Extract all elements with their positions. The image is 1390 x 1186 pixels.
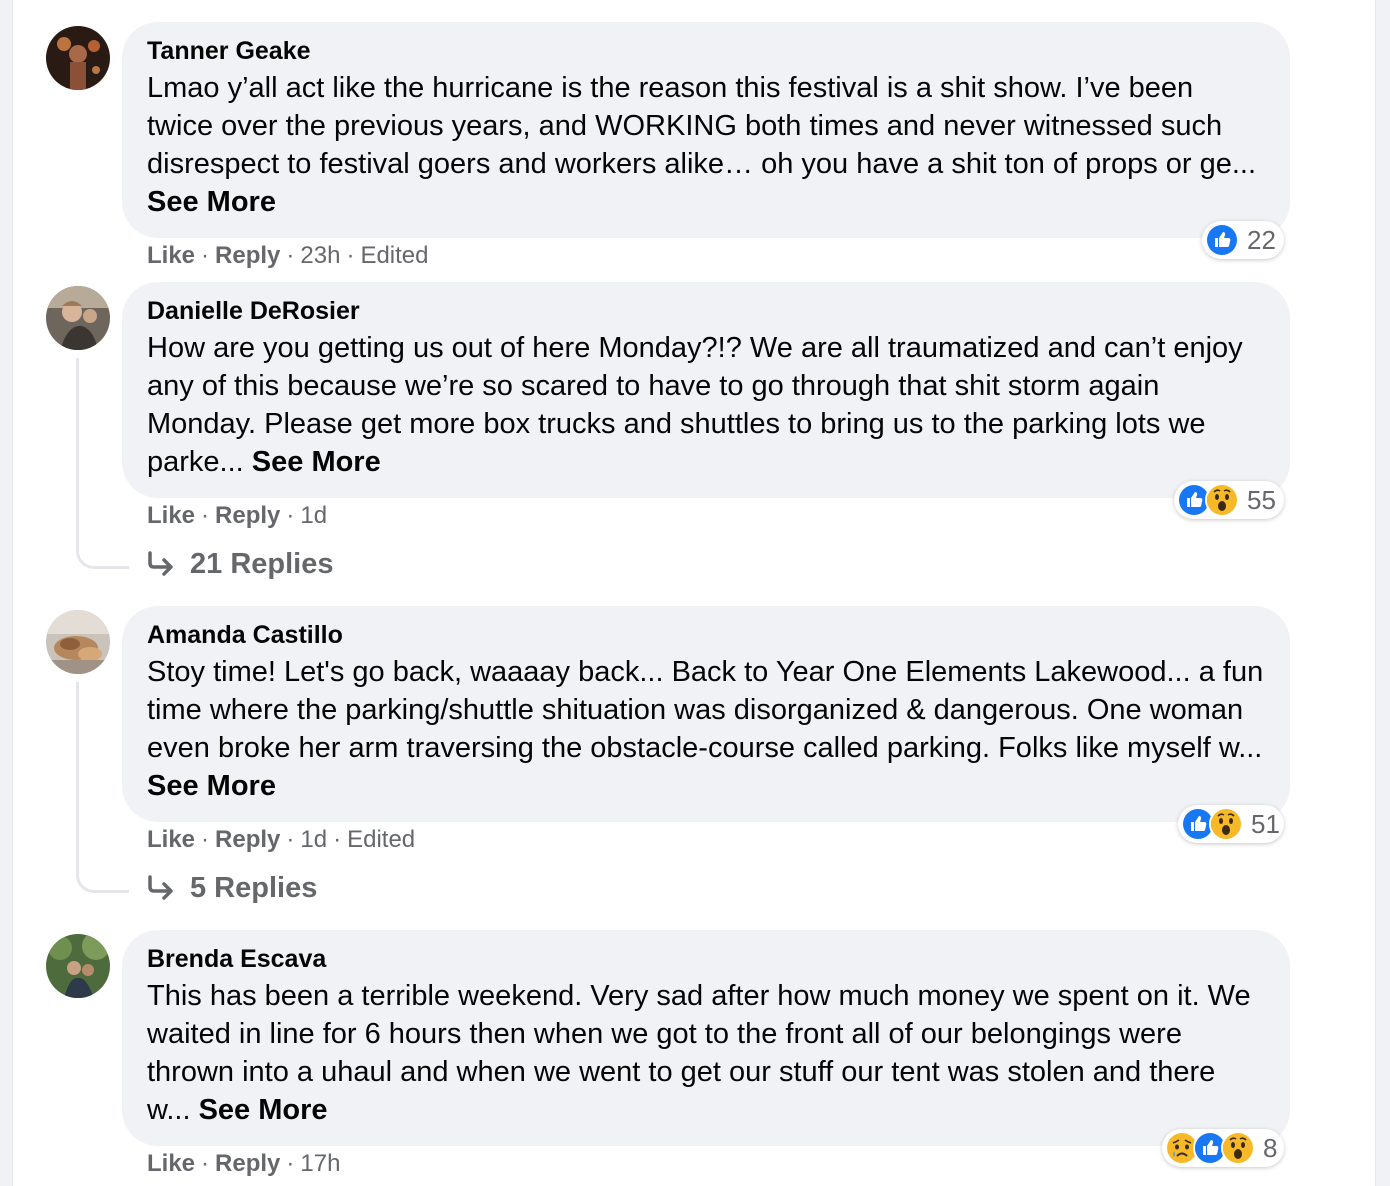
reaction-summary[interactable]: 51: [1178, 805, 1284, 843]
comment-actions: Like · Reply · 23h · Edited: [147, 241, 429, 271]
edited-label[interactable]: Edited: [347, 826, 415, 853]
comment-timestamp[interactable]: 1d: [300, 502, 327, 529]
reaction-summary[interactable]: 8: [1162, 1129, 1284, 1167]
separator: ·: [201, 826, 210, 853]
comment-actions: Like · Reply · 17h: [147, 1149, 340, 1179]
separator: ·: [201, 502, 210, 529]
left-page-edge: [0, 0, 13, 1186]
comment-text: This has been a terrible weekend. Very s…: [147, 977, 1264, 1129]
avatar[interactable]: [46, 286, 110, 350]
comment-bubble: Tanner Geake Lmao y’all act like the hur…: [122, 22, 1290, 238]
edited-label[interactable]: Edited: [360, 242, 428, 269]
like-button[interactable]: Like: [147, 502, 195, 529]
thread-connector: [76, 358, 129, 569]
like-icon: [1205, 223, 1239, 257]
reaction-count: 8: [1263, 1132, 1278, 1163]
comment-bubble: Brenda Escava This has been a terrible w…: [122, 930, 1290, 1146]
comment-text: Stoy time! Let's go back, waaaay back...…: [147, 653, 1264, 805]
reaction-summary[interactable]: 55: [1174, 481, 1284, 519]
avatar[interactable]: [46, 26, 110, 90]
thread-connector: [76, 682, 129, 893]
comment-bubble: Danielle DeRosier How are you getting us…: [122, 282, 1290, 498]
like-button[interactable]: Like: [147, 1150, 195, 1177]
comment-body: Stoy time! Let's go back, waaaay back...…: [147, 656, 1264, 764]
reaction-summary[interactable]: 22: [1202, 221, 1284, 259]
separator: ·: [286, 1150, 295, 1177]
comment-actions: Like · Reply · 1d · Edited: [147, 825, 415, 855]
wow-icon: [1209, 807, 1243, 841]
comment-timestamp[interactable]: 23h: [300, 242, 340, 269]
see-more-link[interactable]: See More: [199, 1094, 328, 1126]
separator: ·: [286, 502, 295, 529]
comment-timestamp[interactable]: 1d: [300, 826, 327, 853]
avatar[interactable]: [46, 610, 110, 674]
see-more-link[interactable]: See More: [147, 770, 276, 802]
reply-button[interactable]: Reply: [215, 242, 280, 269]
view-replies-button[interactable]: 21 Replies: [146, 548, 333, 581]
separator: ·: [286, 242, 295, 269]
separator: ·: [201, 1150, 210, 1177]
reply-button[interactable]: Reply: [215, 826, 280, 853]
reaction-count: 55: [1247, 484, 1276, 515]
like-button[interactable]: Like: [147, 826, 195, 853]
comment-bubble: Amanda Castillo Stoy time! Let's go back…: [122, 606, 1290, 822]
separator: ·: [333, 826, 342, 853]
reply-arrow-icon: [148, 550, 173, 576]
replies-count-label: 21 Replies: [190, 548, 334, 580]
comment-author[interactable]: Tanner Geake: [147, 36, 1264, 66]
right-scrollbar[interactable]: [1375, 0, 1390, 1186]
comment-text: Lmao y’all act like the hurricane is the…: [147, 69, 1264, 221]
reaction-count: 51: [1251, 808, 1280, 839]
comment-actions: Like · Reply · 1d: [147, 501, 327, 531]
comment-author[interactable]: Amanda Castillo: [147, 620, 1264, 650]
like-button[interactable]: Like: [147, 242, 195, 269]
replies-count-label: 5 Replies: [190, 872, 318, 904]
comments-page: Tanner Geake Lmao y’all act like the hur…: [0, 0, 1390, 1186]
comment-author[interactable]: Danielle DeRosier: [147, 296, 1264, 326]
reply-button[interactable]: Reply: [215, 502, 280, 529]
reply-arrow-icon: [148, 874, 173, 900]
view-replies-button[interactable]: 5 Replies: [146, 872, 317, 905]
reply-button[interactable]: Reply: [215, 1150, 280, 1177]
reaction-count: 22: [1247, 224, 1276, 255]
see-more-link[interactable]: See More: [147, 186, 276, 218]
separator: ·: [346, 242, 355, 269]
comment-author[interactable]: Brenda Escava: [147, 944, 1264, 974]
separator: ·: [201, 242, 210, 269]
wow-icon: [1205, 483, 1239, 517]
comment-body: Lmao y’all act like the hurricane is the…: [147, 72, 1257, 180]
wow-icon: [1221, 1131, 1255, 1165]
see-more-link[interactable]: See More: [252, 446, 381, 478]
avatar[interactable]: [46, 934, 110, 998]
comment-timestamp[interactable]: 17h: [300, 1150, 340, 1177]
separator: ·: [286, 826, 295, 853]
comment-text: How are you getting us out of here Monda…: [147, 329, 1264, 481]
